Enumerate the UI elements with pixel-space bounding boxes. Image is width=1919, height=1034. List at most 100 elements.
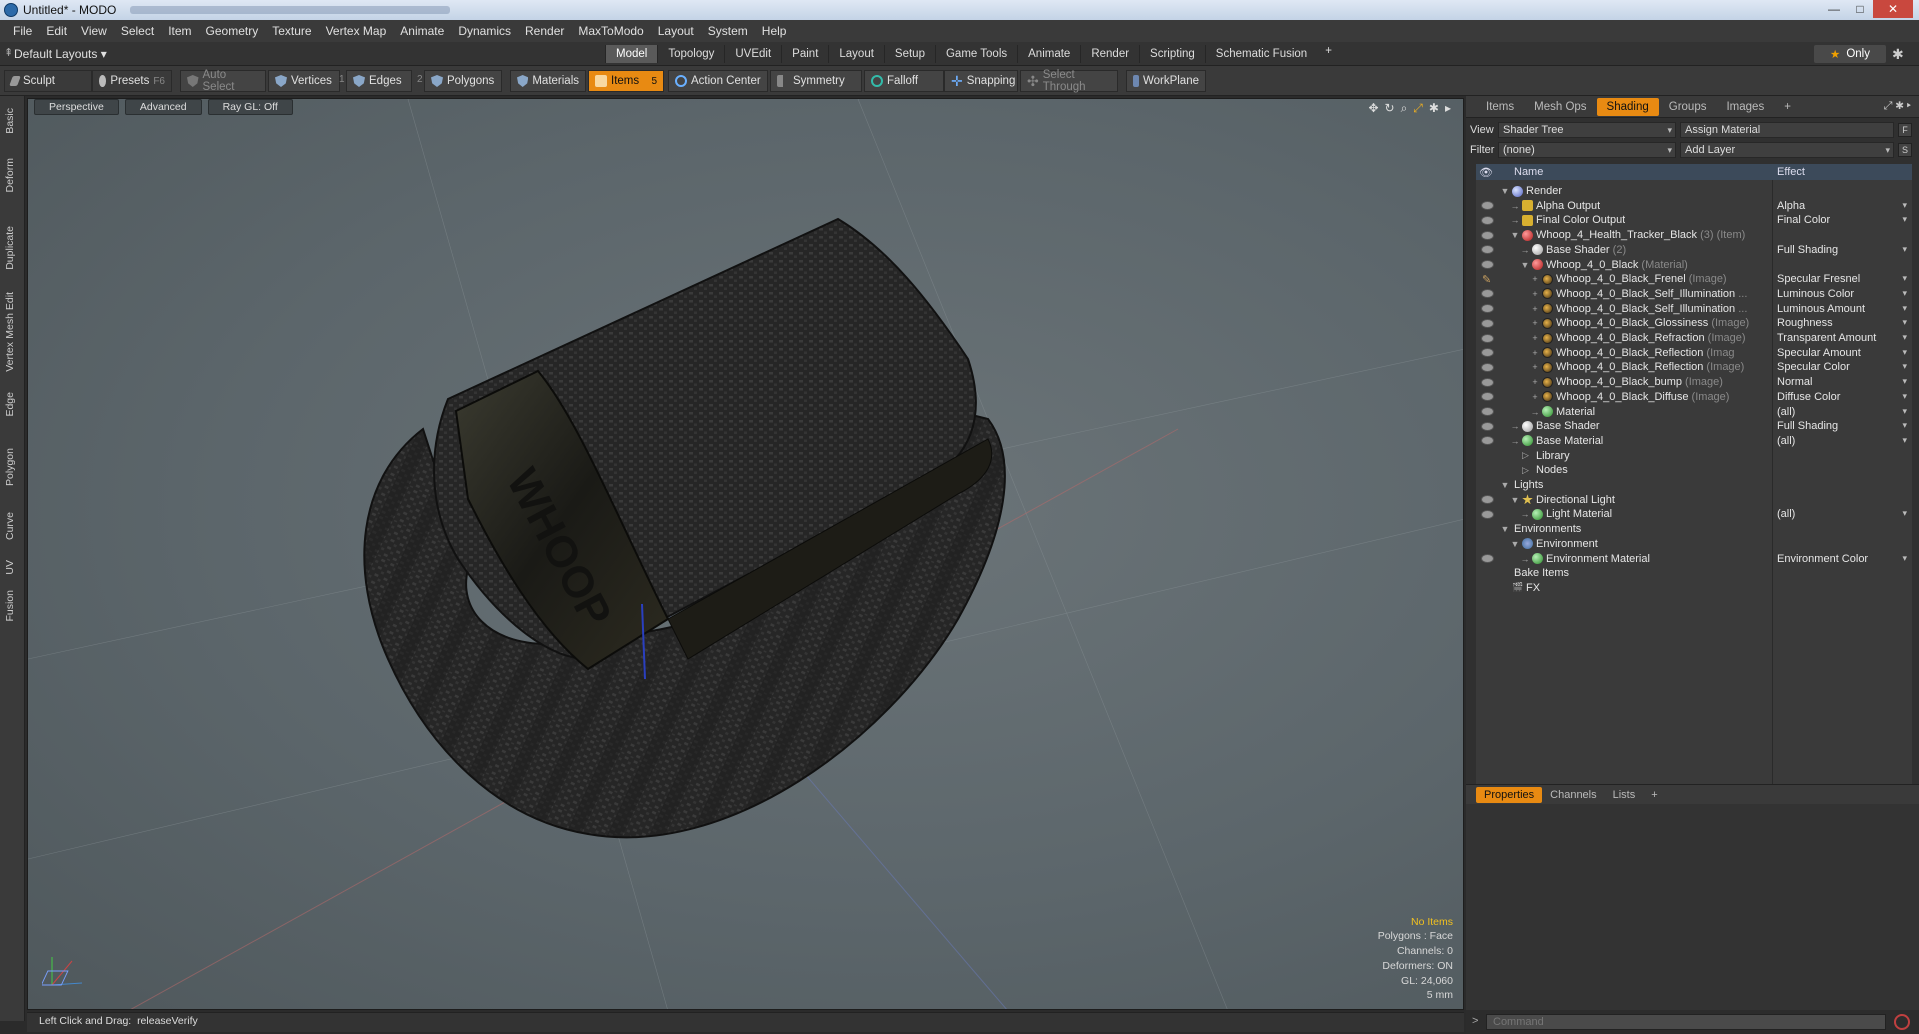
gear-icon[interactable]: ✱: [1892, 46, 1904, 63]
record-icon[interactable]: [1894, 1014, 1910, 1030]
menu-item-file[interactable]: File: [6, 24, 39, 38]
expand-toggle-icon[interactable]: +: [1530, 274, 1540, 284]
expand-toggle-icon[interactable]: ▼: [1510, 539, 1520, 549]
menu-item-select[interactable]: Select: [114, 24, 161, 38]
panel-tab-shading[interactable]: Shading: [1596, 97, 1659, 116]
effect-dropdown[interactable]: Full Shading: [1777, 420, 1907, 432]
visibility-eye-icon[interactable]: [1481, 495, 1494, 505]
sculpt-button[interactable]: Sculpt: [4, 70, 92, 92]
palette-tab-duplicate[interactable]: Duplicate: [4, 226, 20, 270]
tab-layout[interactable]: Layout: [828, 45, 884, 63]
palette-tab-polygon[interactable]: Polygon: [4, 448, 20, 486]
workplane-button[interactable]: WorkPlane: [1126, 70, 1206, 92]
tab-game-tools[interactable]: Game Tools: [934, 45, 1017, 63]
tab-render[interactable]: Render: [1080, 45, 1139, 63]
tab-animate[interactable]: Animate: [1017, 45, 1080, 63]
expand-toggle-icon[interactable]: +: [1530, 392, 1540, 402]
effect-dropdown[interactable]: Luminous Color: [1777, 288, 1907, 300]
action-center-button[interactable]: Action Center: [668, 70, 768, 92]
expand-toggle-icon[interactable]: →: [1510, 201, 1520, 211]
vertices-button[interactable]: Vertices: [268, 70, 340, 92]
menu-item-vertex-map[interactable]: Vertex Map: [319, 24, 394, 38]
effect-dropdown[interactable]: Normal: [1777, 376, 1907, 388]
expand-toggle-icon[interactable]: ▼: [1500, 524, 1510, 534]
add-tab-button[interactable]: +: [1317, 45, 1340, 63]
palette-tab-fusion[interactable]: Fusion: [4, 590, 20, 622]
visibility-eye-icon[interactable]: [1481, 362, 1494, 372]
effect-dropdown[interactable]: (all): [1777, 435, 1907, 447]
panel-add-tab[interactable]: +: [1774, 98, 1801, 116]
palette-tab-edge[interactable]: Edge: [4, 392, 20, 417]
menu-item-view[interactable]: View: [74, 24, 114, 38]
panel-tab-images[interactable]: Images: [1716, 98, 1774, 116]
tab-topology[interactable]: Topology: [657, 45, 724, 63]
maximize-button[interactable]: □: [1847, 0, 1873, 18]
expand-toggle-icon[interactable]: →: [1520, 245, 1530, 255]
menu-item-edit[interactable]: Edit: [39, 24, 74, 38]
add-layer-dropdown[interactable]: Add Layer: [1680, 142, 1894, 158]
tab-paint[interactable]: Paint: [781, 45, 828, 63]
effect-dropdown[interactable]: Specular Color: [1777, 361, 1907, 373]
menu-item-system[interactable]: System: [701, 24, 755, 38]
menu-item-geometry[interactable]: Geometry: [199, 24, 266, 38]
edges-button[interactable]: Edges: [346, 70, 412, 92]
visibility-eye-icon[interactable]: [1481, 260, 1494, 269]
effect-dropdown[interactable]: Full Shading: [1777, 244, 1907, 256]
tab-scripting[interactable]: Scripting: [1139, 45, 1205, 63]
select-through-button[interactable]: ✣ Select Through: [1020, 69, 1118, 93]
effect-column-header[interactable]: Effect: [1777, 166, 1805, 178]
effect-dropdown[interactable]: Environment Color: [1777, 553, 1907, 565]
add-layer-key[interactable]: S: [1898, 143, 1912, 157]
menu-item-layout[interactable]: Layout: [651, 24, 701, 38]
tab-uvedit[interactable]: UVEdit: [724, 45, 781, 63]
expand-toggle-icon[interactable]: →: [1530, 407, 1540, 417]
palette-tab-deform[interactable]: Deform: [4, 158, 20, 192]
visibility-eye-icon[interactable]: [1481, 392, 1494, 402]
expand-toggle-icon[interactable]: +: [1530, 318, 1540, 328]
prop-tab-properties[interactable]: Properties: [1476, 786, 1543, 803]
tab-setup[interactable]: Setup: [883, 45, 935, 63]
symmetry-button[interactable]: Symmetry: [770, 70, 862, 92]
collapse-icon[interactable]: ⇞: [4, 46, 13, 59]
expand-toggle-icon[interactable]: ▼: [1500, 480, 1510, 490]
effect-dropdown[interactable]: Alpha: [1777, 200, 1907, 212]
auto-select-button[interactable]: Auto Select: [180, 69, 266, 93]
visibility-eye-icon[interactable]: [1481, 407, 1494, 416]
visibility-eye-icon[interactable]: [1481, 230, 1494, 240]
3d-viewport[interactable]: Perspective Advanced Ray GL: Off ✥ ↻ ⌕ ⤢…: [27, 98, 1464, 1010]
expand-toggle-icon[interactable]: +: [1530, 348, 1540, 358]
effect-dropdown[interactable]: Luminous Amount: [1777, 303, 1907, 315]
minimize-button[interactable]: —: [1821, 0, 1847, 18]
expand-toggle-icon[interactable]: →: [1510, 421, 1520, 431]
items-button[interactable]: Items 5: [588, 70, 664, 92]
expand-toggle-icon[interactable]: +: [1530, 333, 1540, 343]
visibility-eye-icon[interactable]: [1481, 333, 1494, 343]
effect-dropdown[interactable]: Transparent Amount: [1777, 332, 1907, 344]
effect-dropdown[interactable]: Roughness: [1777, 317, 1907, 329]
expand-toggle-icon[interactable]: →: [1520, 554, 1530, 564]
effect-dropdown[interactable]: (all): [1777, 406, 1907, 418]
palette-tab-basic[interactable]: Basic: [4, 108, 20, 134]
effect-dropdown[interactable]: Specular Amount: [1777, 347, 1907, 359]
menu-item-maxtomodo[interactable]: MaxToModo: [571, 24, 650, 38]
expand-toggle-icon[interactable]: ▼: [1520, 260, 1530, 270]
visibility-eye-icon[interactable]: [1481, 304, 1494, 314]
panel-tab-mesh-ops[interactable]: Mesh Ops: [1524, 98, 1596, 116]
effect-dropdown[interactable]: Specular Fresnel: [1777, 273, 1907, 285]
effect-dropdown[interactable]: Final Color: [1777, 214, 1907, 226]
materials-button[interactable]: Materials: [510, 70, 586, 92]
view-dropdown[interactable]: Shader Tree: [1498, 122, 1676, 138]
assign-material-field[interactable]: Assign Material: [1680, 122, 1894, 138]
visibility-eye-icon[interactable]: [1481, 215, 1494, 225]
brush-visibility-icon[interactable]: ✎: [1482, 273, 1491, 286]
expand-toggle-icon[interactable]: +: [1530, 377, 1540, 387]
falloff-button[interactable]: Falloff: [864, 70, 944, 92]
visibility-eye-icon[interactable]: [1481, 245, 1494, 255]
visibility-eye-icon[interactable]: [1481, 554, 1494, 563]
tree-row[interactable]: 🎬 FX: [1476, 579, 1912, 597]
visibility-eye-icon[interactable]: [1481, 348, 1494, 358]
panel-tab-items[interactable]: Items: [1476, 98, 1524, 116]
close-button[interactable]: ✕: [1873, 0, 1913, 18]
visibility-eye-icon[interactable]: [1481, 436, 1494, 446]
expand-toggle-icon[interactable]: +: [1530, 289, 1540, 299]
